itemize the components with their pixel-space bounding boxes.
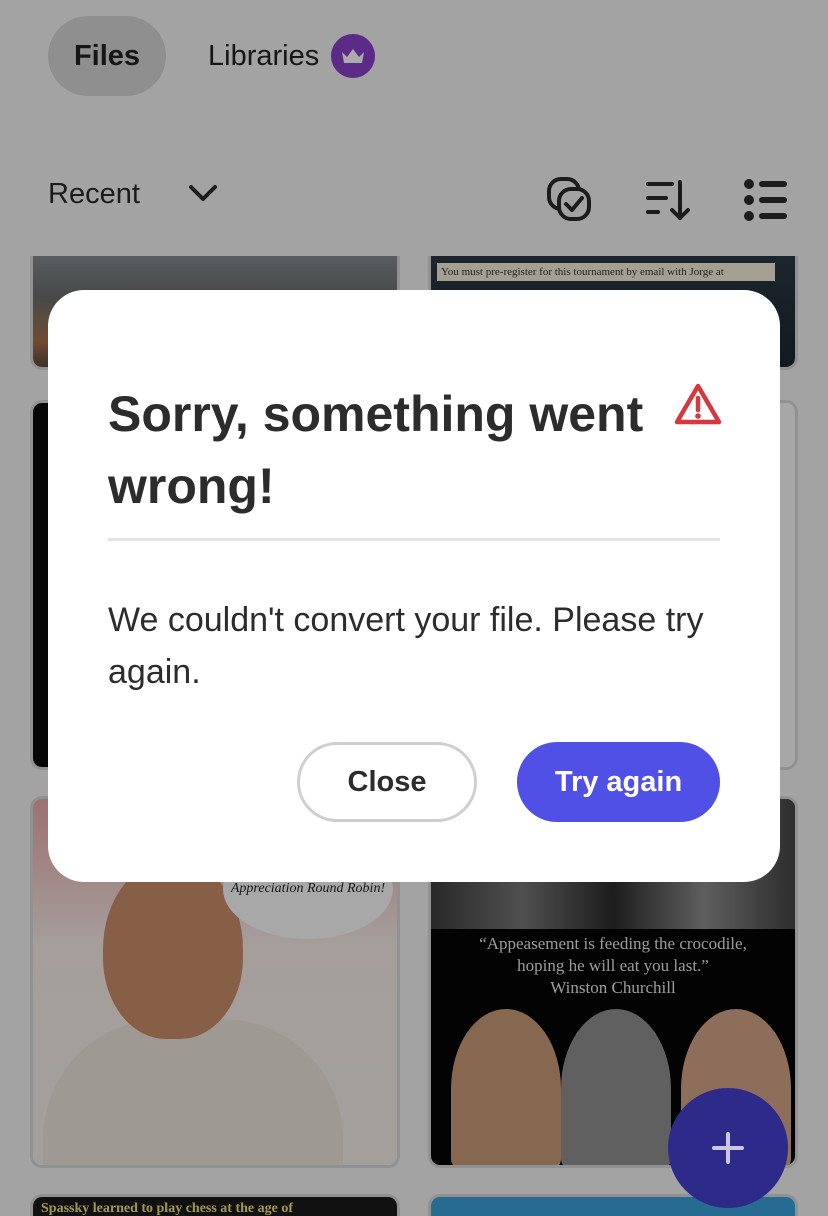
warning-icon [674, 382, 722, 426]
dialog-divider [108, 538, 720, 541]
plus-icon [712, 1132, 744, 1164]
add-button[interactable] [668, 1088, 788, 1208]
dialog-title: Sorry, something went wrong! [108, 386, 644, 514]
close-button-label: Close [347, 765, 427, 798]
close-button[interactable]: Close [297, 742, 477, 822]
error-dialog: Sorry, something went wrong! We couldn't… [48, 290, 780, 882]
try-again-button[interactable]: Try again [517, 742, 720, 822]
dialog-message: We couldn't convert your file. Please tr… [108, 601, 704, 691]
try-again-button-label: Try again [554, 765, 683, 798]
